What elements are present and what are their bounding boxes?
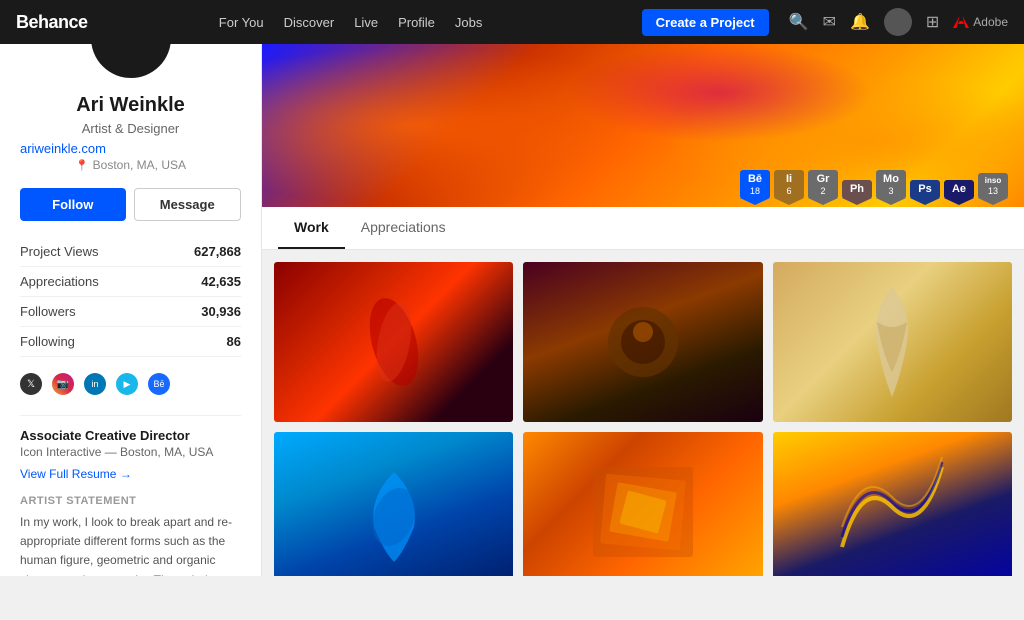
profile-name: Ari Weinkle — [20, 94, 241, 117]
stat-label-appreciations: Appreciations — [20, 267, 158, 297]
avatar-wrapper: AW — [20, 44, 241, 82]
content-tabs: Work Appreciations — [262, 207, 1024, 250]
avatar-initials: AW — [115, 44, 145, 50]
nav-links: For You Discover Live Profile Jobs — [60, 15, 642, 30]
work-item-6[interactable] — [773, 432, 1012, 576]
stat-value-following: 86 — [158, 327, 241, 357]
profile-title: Artist & Designer — [20, 121, 241, 136]
tab-appreciations[interactable]: Appreciations — [345, 207, 462, 249]
resume-link[interactable]: View Full Resume → — [20, 467, 241, 481]
job-title: Associate Creative Director — [20, 428, 241, 443]
main-content: Bē 18 Ii 6 Gr 2 Ph — [262, 44, 1024, 576]
stat-value-followers: 30,936 — [158, 297, 241, 327]
profile-website[interactable]: ariweinkle.com — [20, 141, 106, 156]
message-button[interactable]: Message — [134, 188, 242, 221]
work-shape-4 — [274, 432, 513, 576]
create-project-button[interactable]: Create a Project — [642, 9, 769, 36]
nav-for-you[interactable]: For You — [219, 15, 264, 30]
instagram-icon[interactable]: 📷 — [52, 373, 74, 395]
artist-statement-text: In my work, I look to break apart and re… — [20, 513, 241, 576]
adobe-logo: Adobe — [953, 14, 1008, 30]
page-container: AW Ari Weinkle Artist & Designer ariwein… — [0, 44, 1024, 576]
linkedin-icon[interactable]: in — [84, 373, 106, 395]
nav-profile[interactable]: Profile — [398, 15, 435, 30]
work-item-1[interactable] — [274, 262, 513, 422]
work-shape-6 — [773, 432, 1012, 576]
nav-right-icons: 🔍 ✉ 🔔 ⊞ Adobe — [789, 8, 1008, 36]
nav-live[interactable]: Live — [354, 15, 378, 30]
work-item-3[interactable] — [773, 262, 1012, 422]
work-item-5[interactable] — [523, 432, 762, 576]
badge-inso: inso 13 — [978, 173, 1008, 199]
badge-ae: Ae — [944, 180, 974, 199]
work-shape-1 — [274, 262, 513, 422]
artist-statement-heading: ARTIST STATEMENT — [20, 495, 241, 507]
profile-location: 📍 Boston, MA, USA — [20, 158, 241, 172]
stat-row-following: Following 86 — [20, 327, 241, 357]
stat-label-following: Following — [20, 327, 158, 357]
nav-discover[interactable]: Discover — [284, 15, 335, 30]
stats-table: Project Views 627,868 Appreciations 42,6… — [20, 237, 241, 357]
badge-photoshop: Ph — [842, 180, 872, 199]
stat-value-views: 627,868 — [158, 237, 241, 267]
content-header: Bē 18 Ii 6 Gr 2 Ph — [262, 44, 1024, 250]
behance-social-icon[interactable]: Bē — [148, 373, 170, 395]
stat-row-views: Project Views 627,868 — [20, 237, 241, 267]
work-item-4[interactable] — [274, 432, 513, 576]
badges-row: Bē 18 Ii 6 Gr 2 Ph — [740, 170, 1008, 199]
tab-work[interactable]: Work — [278, 207, 345, 249]
badge-ps: Ps — [910, 180, 940, 199]
stat-value-appreciations: 42,635 — [158, 267, 241, 297]
work-shape-5 — [523, 432, 762, 576]
works-grid — [262, 250, 1024, 576]
badge-mo: Mo 3 — [876, 170, 906, 199]
job-company: Icon Interactive — Boston, MA, USA — [20, 445, 241, 459]
twitter-icon[interactable]: 𝕏 — [20, 373, 42, 395]
stat-row-appreciations: Appreciations 42,635 — [20, 267, 241, 297]
stat-label-followers: Followers — [20, 297, 158, 327]
follow-button[interactable]: Follow — [20, 188, 126, 221]
search-icon[interactable]: 🔍 — [789, 12, 809, 32]
grid-icon[interactable]: ⊞ — [926, 12, 939, 32]
avatar[interactable] — [884, 8, 912, 36]
work-shape-2 — [523, 262, 762, 422]
bell-icon[interactable]: 🔔 — [850, 12, 870, 32]
cover-image: Bē 18 Ii 6 Gr 2 Ph — [262, 44, 1024, 207]
badge-behance: Bē 18 — [740, 170, 770, 199]
badge-gr: Gr 2 — [808, 170, 838, 199]
work-shape-3 — [773, 262, 1012, 422]
badge-illustrator: Ii 6 — [774, 170, 804, 199]
stat-row-followers: Followers 30,936 — [20, 297, 241, 327]
profile-card: AW Ari Weinkle Artist & Designer ariwein… — [0, 44, 261, 576]
nav-jobs[interactable]: Jobs — [455, 15, 482, 30]
profile-avatar: AW — [87, 44, 175, 82]
navbar: Behance For You Discover Live Profile Jo… — [0, 0, 1024, 44]
stat-label-views: Project Views — [20, 237, 158, 267]
pin-icon: 📍 — [75, 159, 89, 172]
adobe-label: Adobe — [973, 15, 1008, 29]
sidebar: AW Ari Weinkle Artist & Designer ariwein… — [0, 44, 262, 576]
work-item-2[interactable] — [523, 262, 762, 422]
vimeo-icon[interactable]: ▶ — [116, 373, 138, 395]
social-icons: 𝕏 📷 in ▶ Bē — [20, 373, 241, 399]
divider — [20, 415, 241, 416]
action-buttons: Follow Message — [20, 188, 241, 221]
mail-icon[interactable]: ✉ — [823, 12, 836, 32]
